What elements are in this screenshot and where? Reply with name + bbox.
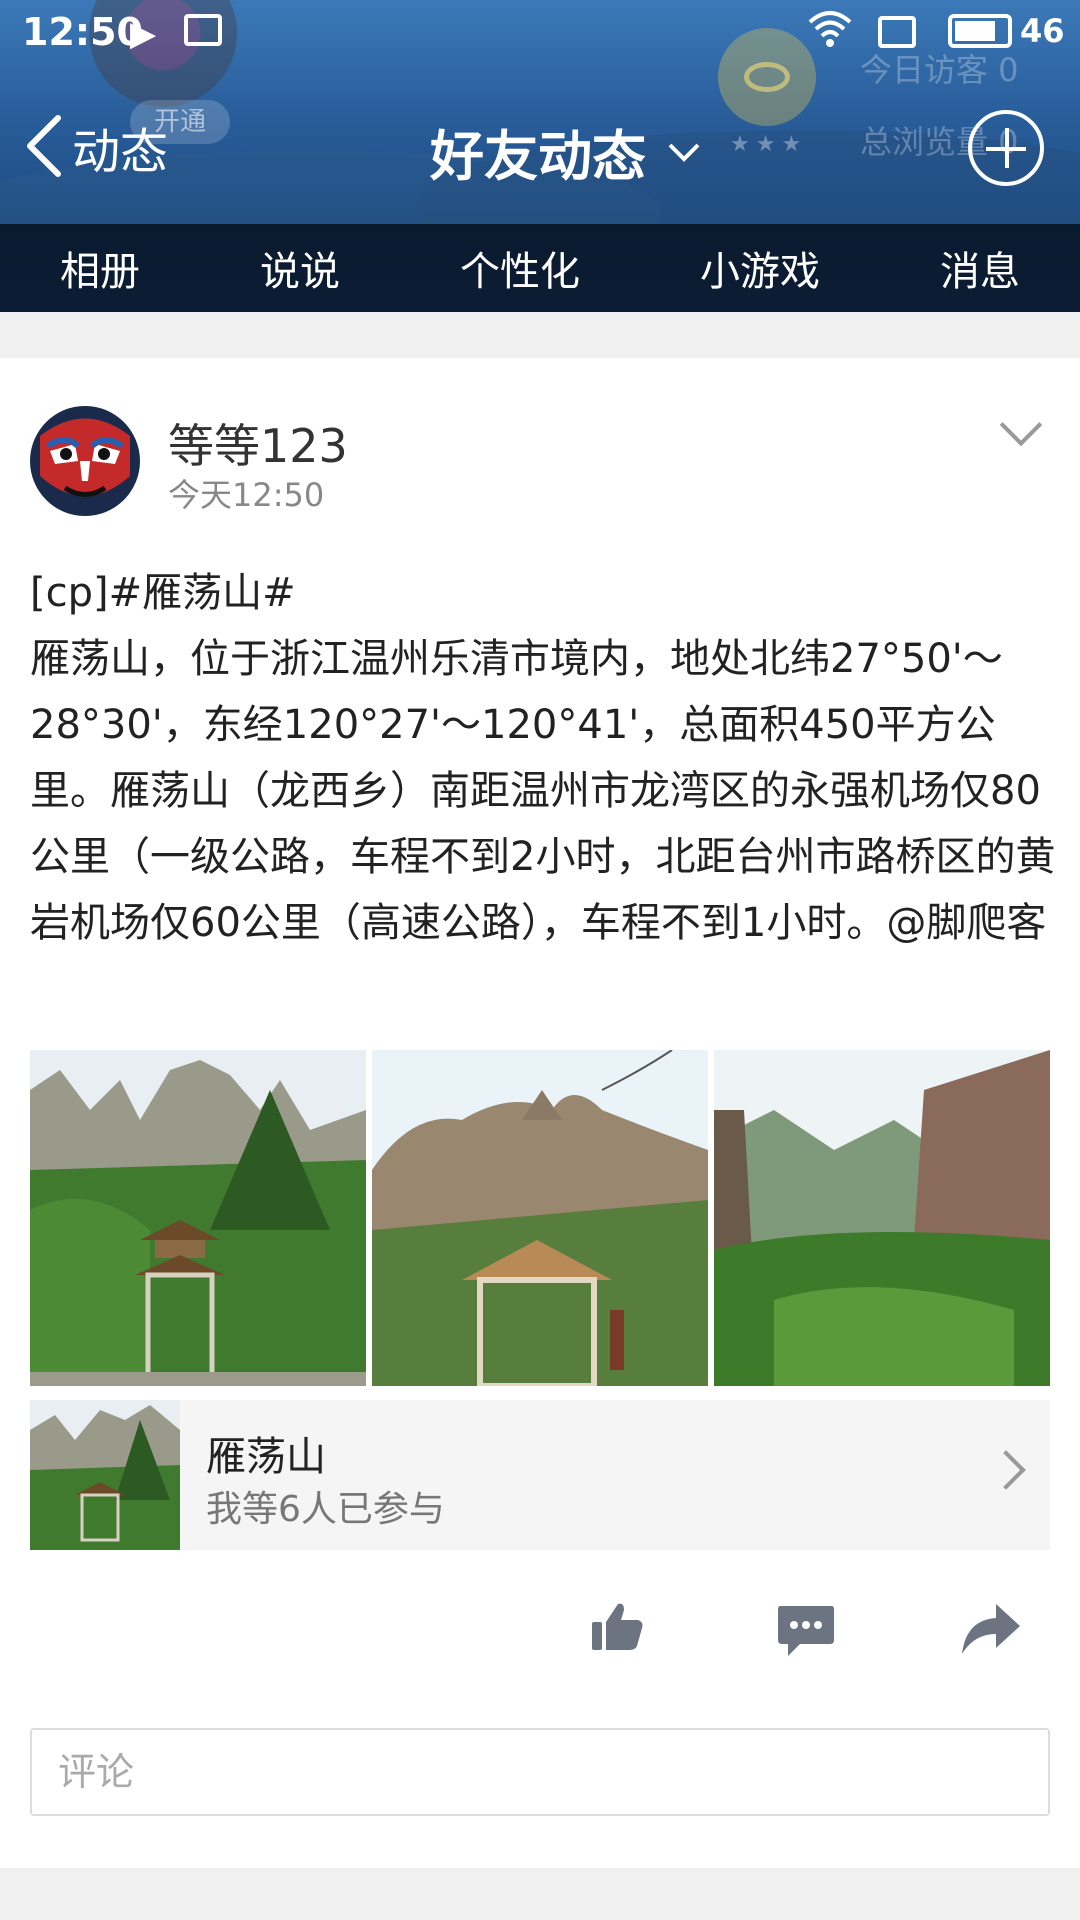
add-post-button[interactable] bbox=[968, 110, 1044, 186]
tab-personalize[interactable]: 个性化 bbox=[460, 239, 580, 297]
like-icon[interactable] bbox=[590, 1600, 644, 1654]
tab-album[interactable]: 相册 bbox=[60, 239, 140, 297]
chevron-left-icon bbox=[24, 114, 64, 181]
tab-shuoshuo[interactable]: 说说 bbox=[260, 239, 340, 297]
photo-valley[interactable] bbox=[714, 1050, 1050, 1386]
avatar[interactable] bbox=[30, 406, 140, 516]
chevron-right-icon bbox=[986, 1450, 1026, 1490]
header: 开通 ★★★ 今日访客 0 总浏览量 0 12:50 ▶ 46 动态 好友动态 … bbox=[0, 0, 1080, 312]
tab-bar: 相册 说说 个性化 小游戏 消息 bbox=[0, 224, 1080, 312]
tab-games[interactable]: 小游戏 bbox=[700, 239, 820, 297]
battery-icon bbox=[948, 14, 1012, 48]
back-button[interactable]: 动态 bbox=[24, 112, 168, 182]
photo-pavilion-cliffs[interactable] bbox=[30, 1050, 366, 1386]
photo-grid bbox=[30, 1050, 1050, 1386]
comment-icon[interactable] bbox=[776, 1602, 836, 1658]
post-timestamp: 今天12:50 bbox=[168, 476, 325, 514]
page-title: 好友动态 bbox=[430, 125, 646, 188]
wifi-icon bbox=[808, 8, 852, 58]
comment-field[interactable] bbox=[30, 1728, 1064, 1816]
status-bar: 12:50 ▶ 46 bbox=[0, 0, 1080, 66]
battery-level: 46 bbox=[1020, 12, 1065, 50]
image-notification-icon bbox=[184, 14, 222, 46]
tab-messages[interactable]: 消息 bbox=[940, 239, 1020, 297]
feed-title-dropdown[interactable]: 好友动态 bbox=[430, 112, 700, 191]
topic-name: 雁荡山 bbox=[206, 1434, 326, 1480]
topic-thumbnail bbox=[30, 1400, 180, 1550]
back-label: 动态 bbox=[72, 124, 169, 180]
share-icon[interactable] bbox=[960, 1602, 1022, 1656]
topic-link[interactable]: 雁荡山 我等6人已参与 bbox=[30, 1400, 1050, 1550]
post-text: [cp]#雁荡山# 雁荡山，位于浙江温州乐清市境内，地处北纬27°50'～28°… bbox=[30, 570, 1056, 946]
play-icon: ▶ bbox=[130, 14, 157, 54]
topic-participants: 我等6人已参与 bbox=[206, 1489, 445, 1530]
comment-input[interactable] bbox=[32, 1730, 1064, 1814]
stars-icon: ★★★ bbox=[730, 132, 808, 157]
chevron-down-icon bbox=[668, 133, 700, 171]
sim-card-icon bbox=[878, 16, 916, 48]
photo-pavilion-rock[interactable] bbox=[372, 1050, 708, 1386]
status-time: 12:50 bbox=[22, 10, 143, 54]
post-username[interactable]: 等等123 bbox=[168, 410, 348, 476]
